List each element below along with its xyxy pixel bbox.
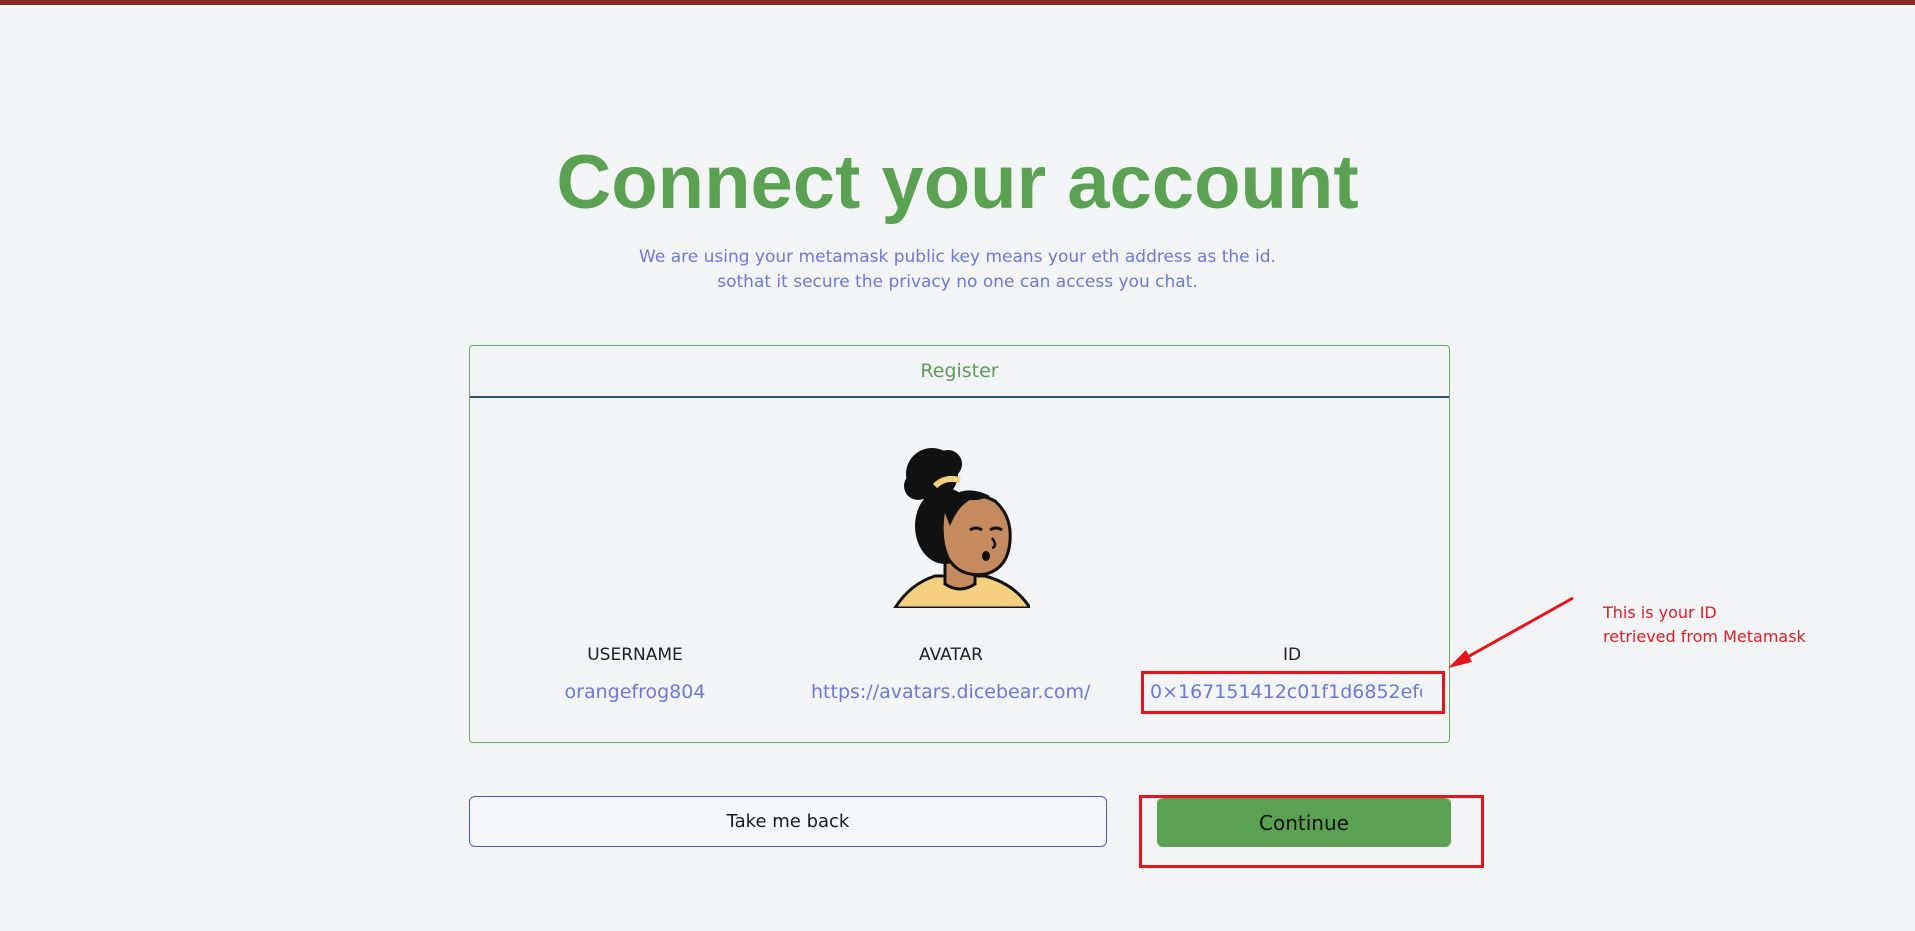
annotation-text-line-1: This is your ID [1603,603,1717,622]
subtitle-line-1: We are using your metamask public key me… [639,247,1276,267]
username-label: USERNAME [587,645,683,665]
annotation-arrow-icon [1448,596,1574,668]
annotation-highlight-id [1141,671,1445,714]
avatar-image [893,448,1030,608]
annotation-highlight-continue [1139,795,1484,868]
take-me-back-button[interactable]: Take me back [469,796,1107,847]
avatar-label: AVATAR [919,645,983,665]
username-value: orangefrog804 [564,681,706,703]
page-title: Connect your account [556,140,1359,225]
id-label: ID [1282,645,1302,665]
annotation-text-line-2: retrieved from Metamask [1603,627,1806,646]
top-accent-bar [0,0,1915,5]
subtitle-line-2: sothat it secure the privacy no one can … [717,272,1198,292]
register-card-title: Register [470,346,1449,398]
avatar-url-value: https://avatars.dicebear.com/ [811,681,1091,703]
